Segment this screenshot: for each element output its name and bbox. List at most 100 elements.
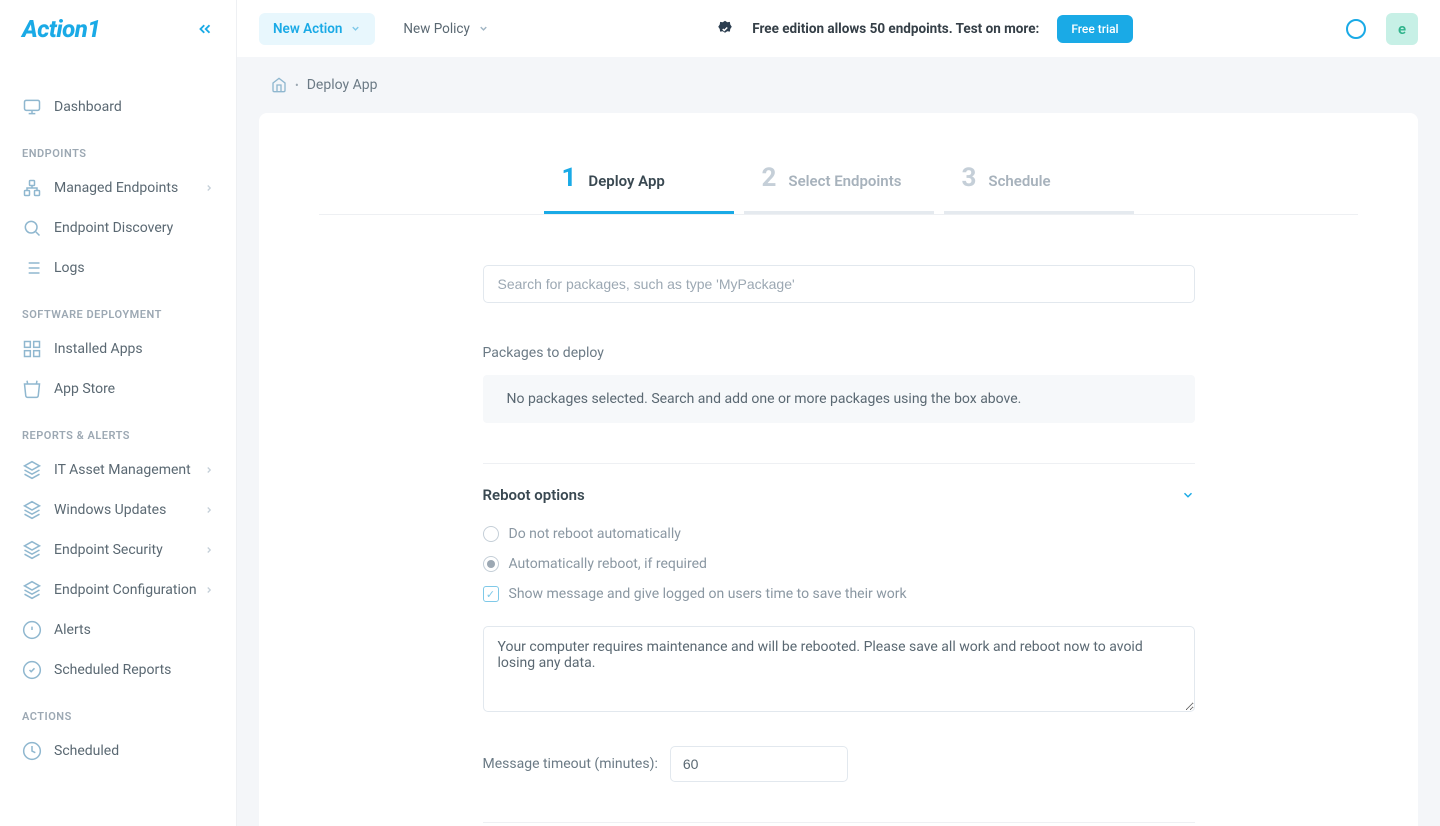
nav-section-endpoints: ENDPOINTS	[0, 127, 236, 168]
radio-label: Automatically reboot, if required	[509, 556, 707, 572]
check-circle-icon	[22, 660, 42, 680]
chevron-double-left-icon	[196, 20, 214, 38]
sidebar-nav: Dashboard ENDPOINTS Managed Endpoints En…	[0, 57, 236, 826]
breadcrumb-separator: •	[295, 79, 299, 92]
tab-label: Select Endpoints	[788, 172, 901, 190]
divider	[483, 822, 1195, 823]
reboot-options-header[interactable]: Reboot options	[483, 486, 1195, 504]
sidebar-item-windows-updates[interactable]: Windows Updates	[0, 490, 236, 530]
chevron-down-icon	[478, 23, 489, 34]
packages-to-deploy-label: Packages to deploy	[483, 345, 1195, 361]
chevron-right-icon	[204, 505, 214, 515]
topbar-message: Free edition allows 50 endpoints. Test o…	[517, 15, 1332, 43]
collapse-sidebar-button[interactable]	[196, 20, 214, 38]
form-area: Packages to deploy No packages selected.…	[483, 265, 1195, 823]
reboot-options-title: Reboot options	[483, 486, 585, 504]
content: • Deploy App 1 Deploy App 2 Select Endpo…	[237, 57, 1440, 826]
nav-label: Scheduled	[54, 743, 119, 759]
help-icon[interactable]	[1346, 19, 1366, 39]
topbar-right: e	[1346, 13, 1418, 45]
nav-label: Dashboard	[54, 99, 122, 115]
sidebar-item-dashboard[interactable]: Dashboard	[0, 87, 236, 127]
no-packages-message: No packages selected. Search and add one…	[483, 375, 1195, 423]
search-icon	[22, 218, 42, 238]
timeout-row: Message timeout (minutes):	[483, 746, 1195, 782]
reboot-option-auto[interactable]: Automatically reboot, if required	[483, 556, 1195, 572]
tab-label: Deploy App	[588, 172, 664, 190]
tab-label: Schedule	[988, 172, 1050, 190]
nav-label: Logs	[54, 260, 85, 276]
chevron-right-icon	[204, 545, 214, 555]
tab-deploy-app[interactable]: 1 Deploy App	[544, 163, 734, 214]
nav-label: Managed Endpoints	[54, 180, 178, 196]
radio-button[interactable]	[483, 526, 499, 542]
grid-icon	[22, 339, 42, 359]
nav-section-software: SOFTWARE DEPLOYMENT	[0, 288, 236, 329]
breadcrumb: • Deploy App	[237, 57, 1440, 113]
show-message-checkbox-row[interactable]: ✓ Show message and give logged on users …	[483, 586, 1195, 602]
button-label: New Policy	[403, 21, 469, 37]
button-label: New Action	[273, 21, 342, 37]
tab-number: 2	[762, 163, 777, 193]
reboot-message-textarea[interactable]	[483, 626, 1195, 712]
topbar: New Action New Policy Free edition allow…	[237, 0, 1440, 57]
tab-schedule[interactable]: 3 Schedule	[944, 163, 1134, 214]
sidebar-item-managed-endpoints[interactable]: Managed Endpoints	[0, 168, 236, 208]
nav-label: Endpoint Discovery	[54, 220, 173, 236]
timeout-input[interactable]	[670, 746, 848, 782]
verified-icon	[716, 20, 734, 38]
chevron-right-icon	[204, 465, 214, 475]
sidebar-item-scheduled-reports[interactable]: Scheduled Reports	[0, 650, 236, 690]
sidebar-item-alerts[interactable]: Alerts	[0, 610, 236, 650]
nav-label: Endpoint Configuration	[54, 582, 197, 598]
alert-icon	[22, 620, 42, 640]
sidebar: Action1 Dashboard ENDPOINTS Managed Endp…	[0, 0, 237, 826]
layers-icon	[22, 540, 42, 560]
radio-button[interactable]	[483, 556, 499, 572]
breadcrumb-current: Deploy App	[307, 77, 378, 93]
wizard-card: 1 Deploy App 2 Select Endpoints 3 Schedu…	[259, 113, 1418, 826]
sidebar-item-scheduled[interactable]: Scheduled	[0, 731, 236, 771]
avatar[interactable]: e	[1386, 13, 1418, 45]
nav-label: Windows Updates	[54, 502, 166, 518]
sidebar-item-app-store[interactable]: App Store	[0, 369, 236, 409]
sidebar-item-installed-apps[interactable]: Installed Apps	[0, 329, 236, 369]
nav-label: Endpoint Security	[54, 542, 163, 558]
new-policy-button[interactable]: New Policy	[389, 13, 502, 45]
logo[interactable]: Action1	[22, 15, 100, 43]
layers-icon	[22, 500, 42, 520]
nav-label: App Store	[54, 381, 115, 397]
nav-label: Alerts	[54, 622, 91, 638]
tab-select-endpoints[interactable]: 2 Select Endpoints	[744, 163, 934, 214]
edition-message: Free edition allows 50 endpoints. Test o…	[752, 21, 1039, 37]
chevron-right-icon	[204, 585, 214, 595]
nav-section-actions: ACTIONS	[0, 690, 236, 731]
tab-number: 3	[962, 163, 977, 193]
chevron-down-icon	[350, 23, 361, 34]
tab-number: 1	[562, 163, 577, 193]
dashboard-icon	[22, 97, 42, 117]
timeout-label: Message timeout (minutes):	[483, 756, 658, 772]
sidebar-item-endpoint-discovery[interactable]: Endpoint Discovery	[0, 208, 236, 248]
new-action-button[interactable]: New Action	[259, 13, 375, 45]
layers-icon	[22, 460, 42, 480]
free-trial-button[interactable]: Free trial	[1057, 15, 1132, 43]
nav-label: Installed Apps	[54, 341, 143, 357]
nav-section-reports: REPORTS & ALERTS	[0, 409, 236, 450]
divider	[483, 463, 1195, 464]
reboot-option-no-auto[interactable]: Do not reboot automatically	[483, 526, 1195, 542]
chevron-right-icon	[204, 183, 214, 193]
sidebar-item-it-asset[interactable]: IT Asset Management	[0, 450, 236, 490]
home-icon[interactable]	[271, 77, 287, 93]
sidebar-item-endpoint-security[interactable]: Endpoint Security	[0, 530, 236, 570]
checkbox[interactable]: ✓	[483, 586, 499, 602]
nav-label: IT Asset Management	[54, 462, 191, 478]
checkbox-label: Show message and give logged on users ti…	[509, 586, 907, 602]
package-search-input[interactable]	[483, 265, 1195, 303]
nav-label: Scheduled Reports	[54, 662, 171, 678]
radio-label: Do not reboot automatically	[509, 526, 681, 542]
layers-icon	[22, 580, 42, 600]
list-icon	[22, 258, 42, 278]
sidebar-item-logs[interactable]: Logs	[0, 248, 236, 288]
sidebar-item-endpoint-configuration[interactable]: Endpoint Configuration	[0, 570, 236, 610]
